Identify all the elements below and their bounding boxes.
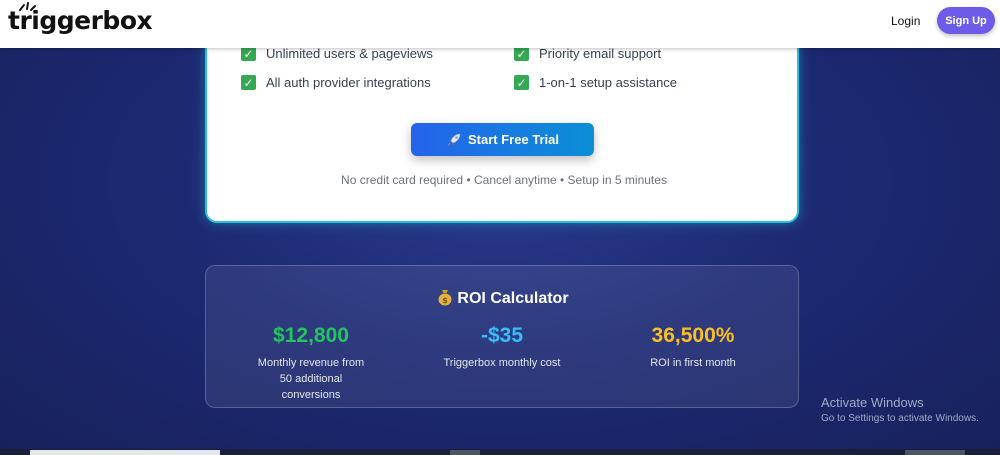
roi-stat-cost: -$35 Triggerbox monthly cost	[407, 324, 597, 371]
login-link[interactable]: Login	[891, 14, 920, 28]
watermark-title: Activate Windows	[821, 395, 924, 410]
feature-text: Priority email support	[539, 46, 662, 61]
feature-item: ✓ Unlimited users & pageviews	[241, 46, 433, 61]
checkmark-icon: ✓	[241, 75, 256, 90]
pricing-card: ✓ Unlimited users & pageviews ✓ Priority…	[205, 20, 799, 223]
feature-item: ✓ All auth provider integrations	[241, 75, 431, 90]
stat-value: -$35	[480, 324, 524, 347]
taskbar-item[interactable]	[905, 450, 965, 455]
svg-text:$: $	[443, 296, 449, 305]
stat-value: 36,500%	[651, 324, 735, 347]
roi-calculator-card: $ ROI Calculator $12,800 Monthly revenue…	[205, 265, 799, 408]
roi-title-text: ROI Calculator	[457, 290, 569, 307]
logo[interactable]: triggerbox	[8, 6, 153, 35]
roi-stat-revenue: $12,800 Monthly revenue from 50 addition…	[216, 324, 406, 403]
feature-text: All auth provider integrations	[266, 75, 431, 90]
watermark-subtitle: Go to Settings to activate Windows.	[821, 413, 979, 424]
activate-windows-watermark: Activate Windows Go to Settings to activ…	[821, 395, 979, 424]
feature-text: 1-on-1 setup assistance	[539, 75, 678, 90]
roi-stat-roi: 36,500% ROI in first month	[598, 324, 788, 371]
checkmark-icon: ✓	[514, 75, 529, 90]
stat-label: Triggerbox monthly cost	[443, 357, 561, 369]
feature-text: Unlimited users & pageviews	[266, 46, 433, 61]
stat-label: Monthly revenue from 50 additional conve…	[257, 357, 365, 401]
rocket-icon	[447, 133, 461, 146]
checkmark-icon: ✓	[241, 46, 256, 61]
stat-value: $12,800	[273, 324, 349, 347]
taskbar-item[interactable]	[30, 450, 220, 455]
feature-item: ✓ 1-on-1 setup assistance	[514, 75, 677, 90]
money-bag-icon: $	[438, 290, 452, 306]
trial-fineprint: No credit card required • Cancel anytime…	[341, 173, 667, 187]
signup-button[interactable]: Sign Up	[937, 7, 995, 34]
taskbar	[0, 449, 1000, 455]
feature-item: ✓ Priority email support	[514, 46, 661, 61]
roi-title: $ ROI Calculator	[206, 288, 800, 308]
checkmark-icon: ✓	[514, 46, 529, 61]
stat-label: ROI in first month	[650, 357, 736, 369]
site-header: triggerbox Login Sign Up	[0, 0, 1000, 48]
start-free-trial-label: Start Free Trial	[467, 132, 560, 147]
start-free-trial-button[interactable]: Start Free Trial	[411, 123, 594, 156]
taskbar-item[interactable]	[450, 450, 480, 455]
